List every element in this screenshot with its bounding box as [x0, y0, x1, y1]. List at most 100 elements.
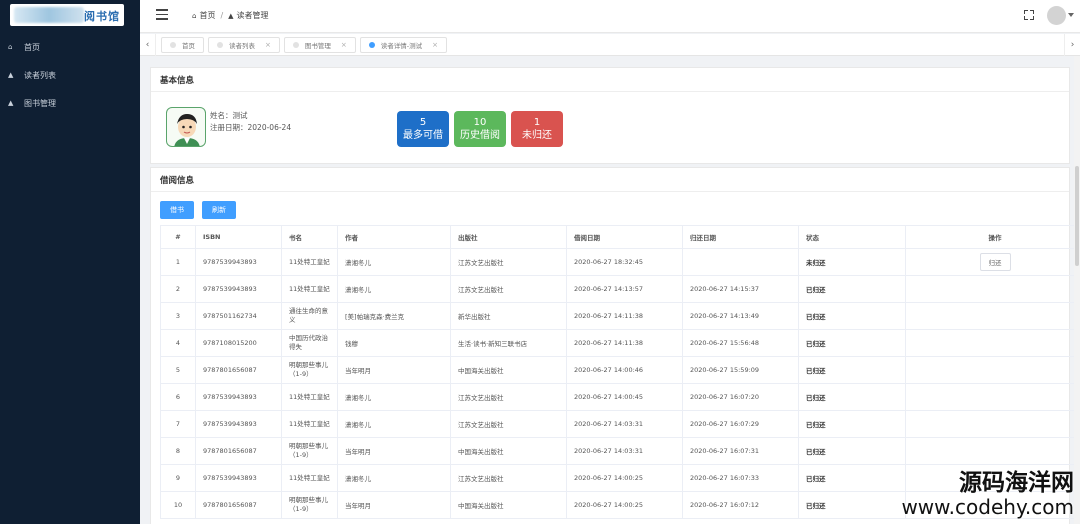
- chevron-down-icon[interactable]: [1068, 13, 1074, 17]
- borrow-date-cell: 2020-06-27 18:32:45: [566, 248, 683, 276]
- logo-text: 阅书馆: [84, 10, 120, 23]
- book-title-cell: 11处特工皇妃: [281, 383, 338, 411]
- author-cell: 当年明月: [337, 491, 451, 519]
- publisher-cell: 江苏文艺出版社: [450, 275, 567, 303]
- author-cell-text: [美]帕瑞克森·费兰克: [345, 313, 405, 321]
- return-date-cell-text: 2020-06-27 16:07:12: [690, 501, 760, 509]
- bell-icon: ▲: [8, 71, 14, 79]
- status-cell: 未归还: [798, 248, 906, 276]
- column-header: 归还日期: [682, 225, 799, 249]
- action-cell: [905, 437, 1080, 465]
- chevron-right-icon[interactable]: ›: [1064, 34, 1080, 56]
- row-index-text: 8: [175, 447, 181, 455]
- tab-dot-icon: [368, 42, 375, 48]
- close-icon[interactable]: ×: [341, 41, 347, 49]
- sidebar-item-reader-list[interactable]: ▲ 读者列表: [0, 61, 140, 89]
- close-icon[interactable]: ×: [265, 41, 271, 49]
- borrow-date-cell-text: 2020-06-27 14:03:31: [574, 420, 644, 428]
- breadcrumb-current: 读者管理: [236, 11, 269, 20]
- stat-history-borrow[interactable]: 10 历史借阅: [454, 111, 506, 147]
- table-row: 7 9787539943893 11处特工皇妃 潇湘冬儿 江苏文艺出版社 2020-06-…: [160, 410, 1080, 438]
- column-header: 状态: [798, 225, 906, 249]
- user-avatar[interactable]: [1047, 6, 1066, 25]
- logo[interactable]: 阅书馆: [10, 4, 124, 26]
- column-header: ISBN: [195, 225, 282, 249]
- reader-register-date: 注册日期：2020-06-24: [210, 123, 292, 132]
- borrow-date-cell-text: 2020-06-27 14:03:31: [574, 447, 644, 455]
- close-icon[interactable]: ×: [432, 41, 438, 49]
- column-header: 书名: [281, 225, 338, 249]
- borrow-date-cell-text: 2020-06-27 14:11:38: [574, 312, 644, 320]
- sidebar-item-home[interactable]: ⌂ 首页: [0, 33, 140, 61]
- author-cell-text: 潇湘冬儿: [345, 394, 371, 402]
- borrow-book-button[interactable]: 借书: [160, 201, 194, 219]
- isbn-cell-text: 9787539943893: [203, 393, 257, 401]
- isbn-cell: 9787539943893: [195, 410, 282, 438]
- return-date-cell: 2020-06-27 16:07:33: [682, 464, 799, 492]
- status-cell: 已归还: [798, 491, 906, 519]
- stat-label: 未归还: [522, 130, 552, 141]
- return-date-cell-text: 2020-06-27 15:56:48: [690, 339, 760, 347]
- publisher-cell-text: 中国海关出版社: [458, 367, 504, 375]
- bell-icon: ▲: [8, 99, 14, 107]
- sidebar-item-book-management[interactable]: ▲ 图书管理: [0, 89, 140, 117]
- publisher-cell-text: 江苏文艺出版社: [458, 286, 504, 294]
- stat-max-borrow[interactable]: 5 最多可借: [397, 111, 449, 147]
- row-index: 10: [160, 491, 196, 519]
- isbn-cell: 9787539943893: [195, 383, 282, 411]
- status-cell: 已归还: [798, 410, 906, 438]
- book-title-cell: 明朝那些事儿（1-9）: [281, 491, 338, 519]
- publisher-cell: 江苏文艺出版社: [450, 410, 567, 438]
- author-cell: 当年明月: [337, 437, 451, 465]
- status-cell-text: 已归还: [806, 313, 826, 321]
- return-book-button[interactable]: 归还: [979, 253, 1011, 271]
- stat-value: 5: [419, 117, 427, 128]
- status-cell: 已归还: [798, 464, 906, 492]
- stat-not-returned[interactable]: 1 未归还: [511, 111, 563, 147]
- column-header: 出版社: [450, 225, 567, 249]
- publisher-cell: 新华出版社: [450, 302, 567, 330]
- fullscreen-icon[interactable]: [1024, 10, 1034, 20]
- return-date-cell: 2020-06-27 15:56:48: [682, 329, 799, 357]
- tab-reader-detail[interactable]: 读者详情-测试 ×: [359, 37, 447, 53]
- action-cell: [905, 329, 1080, 357]
- page-scrollbar[interactable]: [1074, 56, 1080, 524]
- borrow-date-cell-text: 2020-06-27 14:00:25: [574, 474, 644, 482]
- status-cell: 已归还: [798, 383, 906, 411]
- status-cell-text: 已归还: [806, 475, 826, 483]
- logo-image-blurred: [14, 7, 84, 23]
- refresh-button[interactable]: 刷新: [202, 201, 236, 219]
- row-index: 4: [160, 329, 196, 357]
- borrow-date-cell-text: 2020-06-27 14:00:45: [574, 393, 644, 401]
- status-cell: 已归还: [798, 356, 906, 384]
- basic-info-title: 基本信息: [151, 68, 1069, 92]
- scrollbar-thumb[interactable]: [1075, 166, 1079, 266]
- isbn-cell-text: 9787108015200: [203, 339, 257, 347]
- isbn-cell: 9787539943893: [195, 275, 282, 303]
- table-row: 1 9787539943893 11处特工皇妃 潇湘冬儿 江苏文艺出版社 2020-06-…: [160, 248, 1080, 276]
- tab-home[interactable]: 首页: [161, 37, 204, 53]
- author-cell: 钱穆: [337, 329, 451, 357]
- author-cell-text: 当年明月: [345, 502, 371, 510]
- hamburger-menu-icon[interactable]: [156, 9, 168, 21]
- isbn-cell: 9787108015200: [195, 329, 282, 357]
- status-cell-text: 已归还: [806, 286, 826, 294]
- chevron-left-icon[interactable]: ‹: [140, 34, 156, 56]
- borrow-date-cell-text: 2020-06-27 14:00:25: [574, 501, 644, 509]
- status-cell: 已归还: [798, 437, 906, 465]
- return-date-cell: [682, 248, 799, 276]
- author-cell-text: 当年明月: [345, 367, 371, 375]
- borrow-date-cell: 2020-06-27 14:13:57: [566, 275, 683, 303]
- table-row: 8 9787801656087 明朝那些事儿（1-9） 当年明月 中国海关出版社 2020…: [160, 437, 1080, 465]
- breadcrumb-home[interactable]: 首页: [199, 10, 215, 21]
- isbn-cell-text: 9787539943893: [203, 258, 257, 266]
- isbn-cell: 9787501162734: [195, 302, 282, 330]
- tab-book-management[interactable]: 图书管理 ×: [283, 37, 356, 53]
- tab-reader-list[interactable]: 读者列表 ×: [208, 37, 280, 53]
- author-cell: 潇湘冬儿: [337, 464, 451, 492]
- row-index-text: 6: [175, 393, 181, 401]
- publisher-cell: 江苏文艺出版社: [450, 248, 567, 276]
- reader-avatar-illustration: [174, 114, 200, 146]
- row-index-text: 1: [175, 258, 181, 266]
- return-date-cell-text: 2020-06-27 14:13:49: [690, 312, 760, 320]
